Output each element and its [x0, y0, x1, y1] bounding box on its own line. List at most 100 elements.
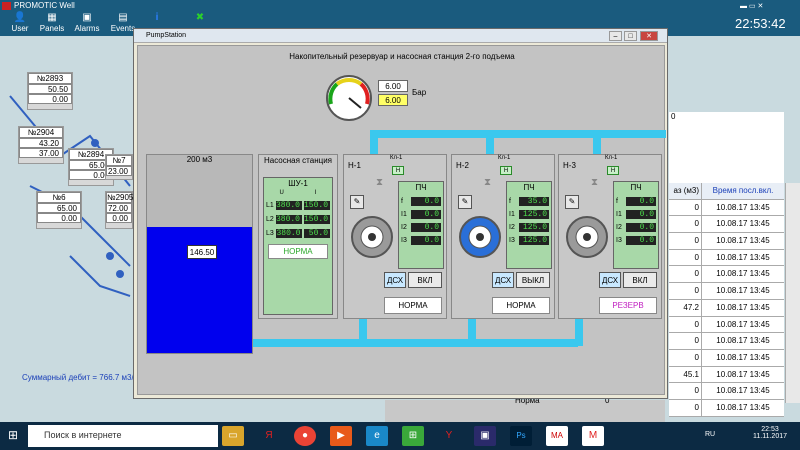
toolbar-panels-button[interactable]: ▦ Panels [32, 12, 72, 34]
valve-label: Кл-1 [498, 155, 511, 161]
vfd-i1-readout: 125.0 [519, 210, 549, 219]
vfd-f-readout: 0.0 [411, 197, 441, 206]
tank-capacity: 200 м3 [186, 155, 213, 164]
taskbar-clock[interactable]: 22:53 11.11.2017 [750, 426, 790, 440]
valve-state[interactable]: Н [392, 166, 404, 175]
table-row[interactable]: 45.1 10.08.17 13:45 [669, 366, 784, 384]
wrench-icon[interactable]: ✎ [458, 195, 472, 209]
station-row: L3 380.0 50.0 [266, 229, 330, 238]
dsx-button[interactable]: ДСХ [384, 272, 406, 288]
file-icon[interactable]: ▣ [474, 426, 496, 446]
toolbar-alarms-button[interactable]: ▣ Alarms [67, 12, 107, 34]
info-icon[interactable]: i [137, 13, 177, 24]
header-pipe-top [370, 130, 666, 138]
pump-name: Н-2 [456, 161, 469, 170]
mimic-pane: Накопительный резервуар и насосная станц… [137, 45, 666, 395]
yandex-browser-icon[interactable]: Y [438, 426, 460, 446]
close-green-icon[interactable]: ✖ [180, 13, 220, 24]
vfd-i1-readout: 0.0 [411, 210, 441, 219]
table-row[interactable]: 0 10.08.17 13:45 [669, 266, 784, 284]
vfd-f-readout: 35.0 [519, 197, 549, 206]
well-tag-2904[interactable]: №2904 43.20 37.00 [18, 126, 64, 164]
valve-icon[interactable]: ⧗ [376, 177, 383, 188]
pump-icon[interactable] [348, 213, 396, 261]
tank-level-value: 146.50 [187, 245, 217, 259]
maximize-button[interactable]: □ [624, 31, 637, 41]
well-tag-2893[interactable]: №2893 50.50 0.00 [27, 72, 73, 110]
station-status: НОРМА [268, 244, 328, 259]
alarm-icon: ▣ [82, 12, 92, 23]
windows-start-icon[interactable]: ⊞ [8, 428, 18, 442]
switch-button[interactable]: ВКЛ [408, 272, 442, 288]
ie-icon[interactable]: e [366, 426, 388, 446]
pressure-gauge-icon [326, 75, 372, 121]
map-app-icon[interactable]: MA [546, 426, 568, 446]
vfd-i3-readout: 0.0 [626, 236, 656, 245]
photoshop-icon[interactable]: Ps [510, 426, 532, 446]
table-row[interactable]: 0 10.08.17 13:45 [669, 249, 784, 267]
pressure-actual: 6.00 [378, 94, 408, 106]
valve-state[interactable]: Н [500, 166, 512, 175]
app-title: PROMOTIC Well [14, 1, 75, 10]
vfd-i3-readout: 125.0 [519, 236, 549, 245]
pump-status: НОРМА [492, 297, 550, 314]
well-tag-2905[interactable]: №2905 72.00 0.00 [105, 191, 133, 229]
suction-riser-2 [468, 316, 476, 342]
wrench-icon[interactable]: ✎ [350, 195, 364, 209]
valve-icon[interactable]: ⧗ [484, 177, 491, 188]
explorer-icon[interactable]: ▭ [222, 426, 244, 446]
pump-icon[interactable] [456, 213, 504, 261]
close-button[interactable]: ✕ [640, 31, 658, 41]
table-scrollbar[interactable] [785, 183, 800, 403]
switch-button[interactable]: ВКЛ [623, 272, 657, 288]
current-readout: 150.0 [303, 201, 330, 210]
pumpstation-window[interactable]: PumpStation – □ ✕ Накопительный резервуа… [133, 28, 668, 399]
valve-icon[interactable]: ⧗ [591, 177, 598, 188]
app-icon-green[interactable]: ⊞ [402, 426, 424, 446]
chrome-icon[interactable]: ● [294, 426, 316, 446]
vfd-i3-readout: 0.0 [411, 236, 441, 245]
suction-riser-1 [359, 316, 367, 342]
switch-button[interactable]: ВЫКЛ [516, 272, 550, 288]
pump-status: РЕЗЕРВ [599, 297, 657, 314]
vfd-i2-readout: 0.0 [411, 223, 441, 232]
search-input[interactable]: Поиск в интернете [28, 425, 218, 447]
valve-label: Кл-1 [390, 155, 403, 161]
dsx-button[interactable]: ДСХ [599, 272, 621, 288]
yandex-icon[interactable]: Я [258, 426, 280, 446]
minimize-button[interactable]: – [609, 31, 622, 41]
table-row[interactable]: 0 10.08.17 13:45 [669, 316, 784, 334]
pump-panel: Н-1 Кл-1 Н ⧗ ✎ ПЧ f 0.0 I1 0.0 I2 0.0 I3 0.0 ДСХ ВКЛ НОР… [343, 154, 447, 319]
lang-indicator[interactable]: RU [705, 431, 715, 438]
table-row[interactable]: 0 10.08.17 13:45 [669, 399, 784, 417]
voltage-readout: 380.0 [275, 215, 302, 224]
window-controls-icon[interactable]: ▬ ▭ ✕ [740, 2, 763, 10]
table-row[interactable]: 0 10.08.17 13:45 [669, 349, 784, 367]
window-title: PumpStation [134, 29, 667, 43]
dsx-button[interactable]: ДСХ [492, 272, 514, 288]
pressure-setpoint[interactable]: 6.00 [378, 80, 408, 92]
well-tag-7[interactable]: №7 23.00 [105, 154, 133, 180]
voltage-readout: 380.0 [275, 201, 302, 210]
clock: 22:53:42 [735, 16, 786, 31]
panels-icon: ▦ [47, 12, 57, 23]
table-row[interactable]: 0 10.08.17 13:45 [669, 283, 784, 300]
table-row[interactable]: 0 10.08.17 13:45 [669, 383, 784, 400]
well-tag-6[interactable]: №6 65.00 0.00 [36, 191, 82, 229]
table-row[interactable]: 0 10.08.17 13:45 [669, 216, 784, 234]
table-row[interactable]: 0 10.08.17 13:45 [669, 233, 784, 250]
station-row: L1 380.0 150.0 [266, 201, 330, 210]
vfd-i1-readout: 0.0 [626, 210, 656, 219]
table-row[interactable]: 47.2 10.08.17 13:45 [669, 299, 784, 317]
promotic-icon[interactable]: M [582, 426, 604, 446]
well-table: аз (м3) Время посл.вкл. 0 10.08.17 13:45 0… [669, 183, 784, 417]
voltage-readout: 380.0 [276, 229, 303, 238]
valve-state[interactable]: Н [607, 166, 619, 175]
station-row: L2 380.0 150.0 [266, 215, 330, 224]
table-row[interactable]: 0 10.08.17 13:45 [669, 199, 784, 217]
pump-icon[interactable] [563, 213, 611, 261]
media-icon[interactable]: ▶ [330, 426, 352, 446]
table-row[interactable]: 0 10.08.17 13:45 [669, 333, 784, 350]
wrench-icon[interactable]: ✎ [565, 195, 579, 209]
table-footer: Норма 0 [385, 396, 665, 422]
